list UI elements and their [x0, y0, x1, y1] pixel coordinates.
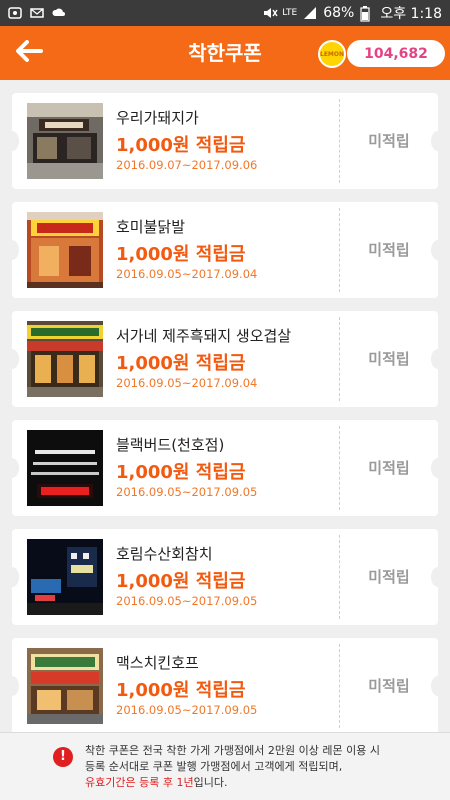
battery-icon [360, 6, 374, 22]
coupon-status: 미적립 [368, 677, 410, 695]
coupon-period: 2016.09.07~2017.09.06 [116, 158, 258, 172]
notice-line-1: 착한 쿠폰은 전국 착한 가게 가맹점에서 2만원 이상 레몬 이용 시 [85, 744, 380, 757]
lemon-logo-label: LEMON [320, 50, 345, 58]
store-photo [27, 103, 103, 179]
store-photo [27, 212, 103, 288]
app-header: 착한쿠폰 LEMON 104,682 [0, 26, 450, 80]
store-photo [27, 648, 103, 724]
cloud-notification-icon [52, 6, 66, 20]
coupon-period: 2016.09.05~2017.09.04 [116, 376, 258, 390]
coupon-amount: 1,000원 적립금 [116, 462, 246, 483]
coupon-status: 미적립 [368, 459, 410, 477]
battery-percent: 68% [323, 5, 355, 21]
coupon-period: 2016.09.05~2017.09.05 [116, 485, 258, 499]
mail-notification-icon [30, 6, 44, 20]
coupon-status: 미적립 [368, 350, 410, 368]
notice-panel: ! 착한 쿠폰은 전국 착한 가게 가맹점에서 2만원 이상 레몬 이용 시 등… [0, 732, 450, 800]
status-bar: LTE 68% 오후 1:18 [0, 0, 450, 26]
store-photo [27, 321, 103, 397]
coupon-card[interactable]: 블랙버드(천호점) 1,000원 적립금 2016.09.05~2017.09.… [5, 420, 445, 516]
notice-validity: 유효기간은 등록 후 1년 [85, 776, 194, 789]
coupon-amount: 1,000원 적립금 [116, 244, 246, 265]
coupon-card[interactable]: 우리가돼지가 1,000원 적립금 2016.09.07~2017.09.06 … [5, 93, 445, 189]
clock: 오후 1:18 [380, 6, 442, 22]
coupon-amount: 1,000원 적립금 [116, 353, 246, 374]
lemon-logo-icon: LEMON [318, 40, 346, 68]
coupon-status: 미적립 [368, 568, 410, 586]
coupon-period: 2016.09.05~2017.09.04 [116, 267, 258, 281]
network-type: LTE [282, 8, 298, 18]
store-name: 호미불닭발 [116, 218, 186, 236]
back-button[interactable] [12, 38, 46, 68]
store-photo [27, 430, 103, 506]
coupon-card[interactable]: 서가네 제주흑돼지 생오겹살 1,000원 적립금 2016.09.05~201… [5, 311, 445, 407]
coupon-status: 미적립 [368, 132, 410, 150]
arrow-left-icon [14, 39, 44, 67]
store-name: 호림수산회참치 [116, 545, 213, 563]
store-name: 맥스치킨호프 [116, 654, 199, 672]
notice-line-2: 등록 순서대로 쿠폰 발행 가맹점에서 고객에게 적립되며, [85, 760, 343, 773]
coupon-period: 2016.09.05~2017.09.05 [116, 703, 258, 717]
coupon-card[interactable]: 호미불닭발 1,000원 적립금 2016.09.05~2017.09.04 미… [5, 202, 445, 298]
notice-line-3: 유효기간은 등록 후 1년입니다. [85, 775, 415, 791]
notice-text: 착한 쿠폰은 전국 착한 가게 가맹점에서 2만원 이상 레몬 이용 시 등록 … [85, 743, 415, 791]
coupon-card[interactable]: 맥스치킨호프 1,000원 적립금 2016.09.05~2017.09.05 … [5, 638, 445, 732]
points-value: 104,682 [364, 45, 428, 62]
store-name: 서가네 제주흑돼지 생오겹살 [116, 327, 292, 345]
store-name: 블랙버드(천호점) [116, 436, 225, 454]
signal-icon [303, 6, 317, 20]
coupon-status: 미적립 [368, 241, 410, 259]
coupon-list[interactable]: 우리가돼지가 1,000원 적립금 2016.09.07~2017.09.06 … [0, 80, 450, 732]
gallery-notification-icon [8, 6, 22, 20]
coupon-period: 2016.09.05~2017.09.05 [116, 594, 258, 608]
coupon-amount: 1,000원 적립금 [116, 571, 246, 592]
coupon-card[interactable]: 호림수산회참치 1,000원 적립금 2016.09.05~2017.09.05… [5, 529, 445, 625]
notice-line-3-rest: 입니다. [193, 776, 228, 789]
store-name: 우리가돼지가 [116, 109, 199, 127]
store-photo [27, 539, 103, 615]
exclamation-icon: ! [53, 747, 73, 767]
mute-icon [262, 6, 278, 20]
points-balance[interactable]: 104,682 [347, 40, 445, 67]
coupon-amount: 1,000원 적립금 [116, 135, 246, 156]
coupon-amount: 1,000원 적립금 [116, 680, 246, 701]
